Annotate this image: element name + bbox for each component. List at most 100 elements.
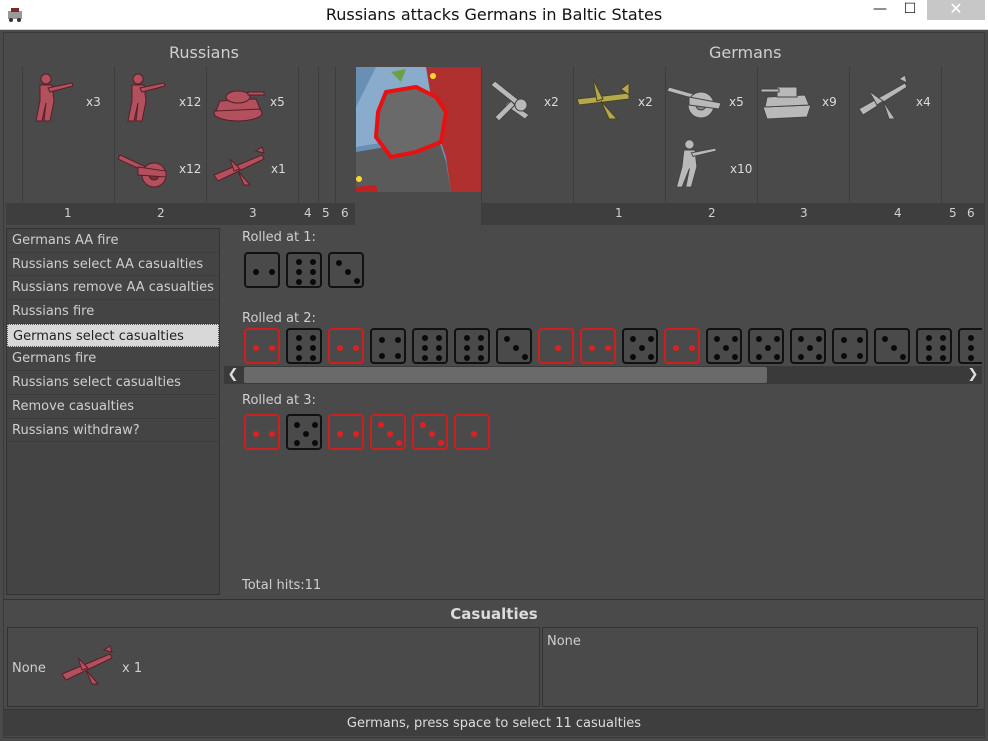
die-pip	[689, 345, 695, 351]
column-number: 4	[304, 206, 312, 220]
die-red	[664, 328, 700, 364]
die-black	[874, 328, 910, 364]
die-pip	[940, 345, 946, 351]
die-pip	[630, 336, 636, 342]
german-fighter-icon[interactable]	[853, 71, 913, 127]
die-pip	[296, 259, 302, 265]
die-pip	[816, 336, 822, 342]
die-pip	[296, 279, 302, 285]
column-number: 6	[967, 206, 975, 220]
territory-map	[356, 67, 481, 192]
die-black	[706, 328, 742, 364]
battle-step-item[interactable]: Russians select casualties	[7, 371, 219, 395]
die-pip	[522, 354, 528, 360]
battle-step-item[interactable]: Russians fire	[7, 300, 219, 324]
battle-step-item[interactable]: Germans fire	[7, 347, 219, 372]
die-pip	[395, 337, 401, 343]
die-pip	[714, 336, 720, 342]
die-pip	[312, 422, 318, 428]
die-pip	[269, 269, 275, 275]
horizontal-scrollbar[interactable]: ❮ ❯	[224, 366, 982, 384]
die-pip	[379, 353, 385, 359]
soviet-tank-icon[interactable]	[210, 77, 270, 133]
die-pip	[269, 431, 275, 437]
die-pip	[464, 335, 470, 341]
die-pip	[926, 335, 932, 341]
battle-step-item[interactable]: Russians withdraw?	[7, 419, 219, 443]
battle-steps-list[interactable]: Germans AA fire Russians select AA casua…	[6, 228, 220, 595]
column-number: 6	[341, 206, 349, 220]
soviet-infantry-icon[interactable]	[118, 71, 178, 127]
die-pip	[436, 355, 442, 361]
battle-window: Russians attacks Germans in Baltic State…	[0, 0, 988, 741]
die-pip	[337, 431, 343, 437]
die-pip	[353, 345, 359, 351]
soviet-artillery-icon[interactable]	[116, 141, 176, 197]
column-number: 4	[894, 206, 902, 220]
unit-count: x1	[271, 162, 286, 176]
die-pip	[253, 345, 259, 351]
die-pip	[589, 345, 595, 351]
die-pip	[420, 422, 426, 428]
die-pip	[968, 355, 974, 361]
column-number: 3	[800, 206, 808, 220]
die-black	[916, 328, 952, 364]
unit-count: x3	[86, 95, 101, 109]
die-pip	[296, 355, 302, 361]
die-pip	[926, 355, 932, 361]
battle-step-item[interactable]: Germans AA fire	[7, 229, 219, 253]
scroll-right-icon[interactable]: ❯	[964, 366, 982, 384]
die-black	[412, 328, 448, 364]
die-pip	[310, 355, 316, 361]
battle-step-item[interactable]: Russians remove AA casualties	[7, 276, 219, 301]
minimize-button[interactable]: —	[866, 0, 894, 20]
german-artillery-icon[interactable]	[666, 73, 727, 129]
die-pip	[422, 335, 428, 341]
die-pip	[673, 345, 679, 351]
die-pip	[630, 354, 636, 360]
die-pip	[732, 354, 738, 360]
unit-count: x10	[730, 162, 753, 176]
battle-step-item[interactable]: Russians select AA casualties	[7, 253, 219, 277]
die-pip	[336, 260, 342, 266]
die-pip	[857, 337, 863, 343]
die-pip	[337, 345, 343, 351]
die-pip	[354, 278, 360, 284]
soviet-infantry-icon[interactable]	[26, 71, 86, 127]
die-pip	[310, 259, 316, 265]
die-black	[328, 252, 364, 288]
defender-casualties-box: None	[542, 627, 978, 707]
german-tank-icon[interactable]	[759, 75, 819, 131]
german-infantry-icon[interactable]	[667, 137, 727, 193]
scroll-left-icon[interactable]: ❮	[224, 366, 242, 384]
die-red	[580, 328, 616, 364]
unit-count: x2	[638, 95, 653, 109]
defender-column-numbers: 1 2 3 4 5 6	[481, 203, 984, 225]
german-bomber-icon[interactable]	[575, 73, 635, 129]
roll-label: Rolled at 3:	[242, 393, 316, 408]
roll-label: Rolled at 1:	[242, 230, 316, 245]
german-aa-gun-icon[interactable]	[485, 71, 545, 127]
die-black	[454, 328, 490, 364]
die-pip	[478, 345, 484, 351]
close-button[interactable]: ✕	[927, 0, 985, 20]
die-pip	[605, 345, 611, 351]
die-pip	[732, 336, 738, 342]
defender-column-6	[941, 67, 961, 203]
die-pip	[436, 345, 442, 351]
die-pip	[816, 354, 822, 360]
die-pip	[296, 269, 302, 275]
column-number: 5	[322, 206, 330, 220]
defender-casualties-none: None	[547, 634, 581, 649]
scroll-thumb[interactable]	[244, 367, 767, 383]
battle-step-item-selected[interactable]: Germans select casualties	[7, 323, 219, 348]
battle-step-item[interactable]: Remove casualties	[7, 395, 219, 419]
die-pip	[310, 279, 316, 285]
die-pip	[464, 345, 470, 351]
die-pip	[940, 335, 946, 341]
title-bar[interactable]: Russians attacks Germans in Baltic State…	[0, 0, 988, 30]
soviet-fighter-icon[interactable]	[210, 141, 270, 197]
casualties-panel: Casualties None x 1 None	[4, 599, 984, 707]
column-number: 2	[708, 206, 716, 220]
maximize-button[interactable]: ☐	[896, 0, 924, 20]
